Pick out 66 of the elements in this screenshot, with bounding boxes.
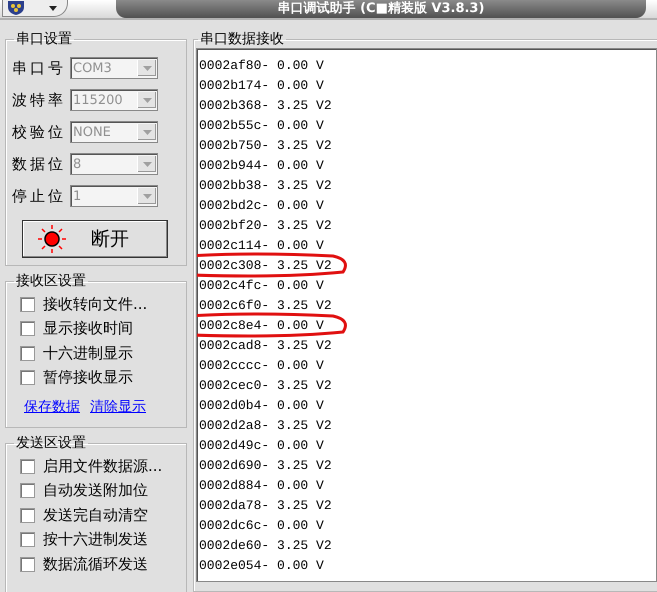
data-line: 0002da78- 3.25 V2 bbox=[198, 498, 332, 512]
data-line: 0002cec0- 3.25 V2 bbox=[198, 378, 332, 392]
app-menu-button[interactable] bbox=[2, 0, 68, 17]
data-line: 0002e054- 0.00 V bbox=[198, 558, 324, 572]
data-line: 0002b368- 3.25 V2 bbox=[198, 98, 332, 112]
data-line: 0002c4fc- 0.00 V bbox=[198, 278, 324, 292]
caret-icon bbox=[142, 162, 152, 166]
link[interactable]: 保存数据 bbox=[24, 398, 80, 416]
checkbox[interactable] bbox=[20, 296, 35, 312]
group-title: 发送区设置 bbox=[15, 434, 87, 452]
caret-icon bbox=[142, 130, 152, 134]
window-title: 串口调试助手 (C■精装版 V3.8.3) bbox=[278, 0, 484, 18]
data-line: 0002bb38- 3.25 V2 bbox=[198, 178, 332, 192]
data-line: 0002cccc- 0.00 V bbox=[198, 358, 324, 372]
link[interactable]: 清除显示 bbox=[90, 398, 146, 416]
data-line: 0002bd2c- 0.00 V bbox=[198, 198, 324, 212]
checkbox-option[interactable]: 发送完自动清空 bbox=[12, 503, 180, 528]
shield-icon bbox=[7, 1, 25, 15]
data-line: 0002b55c- 0.00 V bbox=[198, 118, 324, 132]
checkbox-option[interactable]: 启用文件数据源... bbox=[12, 454, 180, 478]
checkbox-option[interactable]: 按十六进制发送 bbox=[12, 528, 180, 552]
checkbox[interactable] bbox=[20, 346, 35, 361]
checkbox[interactable] bbox=[20, 458, 35, 474]
checkbox[interactable] bbox=[20, 532, 35, 548]
checkbox[interactable] bbox=[20, 508, 35, 523]
checkbox-option[interactable]: 数据流循环发送 bbox=[12, 552, 180, 576]
data-line: 0002d0b4- 0.00 V bbox=[198, 398, 324, 412]
data-line: 0002d2a8- 3.25 V2 bbox=[198, 418, 332, 432]
disconnect-button[interactable]: 断开 bbox=[22, 220, 168, 258]
field-label: 波特率 bbox=[12, 90, 67, 110]
checkbox[interactable] bbox=[20, 370, 35, 386]
group-title: 接收区设置 bbox=[15, 272, 87, 290]
caret-icon bbox=[142, 194, 152, 198]
field-label: 停止位 bbox=[12, 186, 67, 206]
data-line: 0002c114- 0.00 V bbox=[198, 238, 324, 252]
group-title: 串口数据接收 bbox=[199, 30, 285, 48]
indicator-light-icon bbox=[37, 224, 67, 254]
data-line: 0002c8e4- 0.00 V bbox=[198, 318, 324, 332]
group-title: 串口设置 bbox=[15, 30, 73, 48]
data-line: 0002b174- 0.00 V bbox=[198, 78, 324, 92]
field-label: 串口号 bbox=[12, 58, 67, 78]
data-line: 0002b750- 3.25 V2 bbox=[198, 138, 332, 152]
checkbox[interactable] bbox=[20, 321, 35, 336]
data-line: 0002d884- 0.00 V bbox=[198, 478, 324, 492]
data-line: 0002c6f0- 3.25 V2 bbox=[198, 298, 332, 312]
data-line: 0002dc6c- 0.00 V bbox=[198, 518, 324, 532]
checkbox[interactable] bbox=[20, 483, 35, 498]
data-line: 0002c308- 3.25 V2 bbox=[198, 258, 332, 272]
data-line: 0002de60- 3.25 V2 bbox=[198, 538, 332, 552]
caret-icon bbox=[142, 98, 152, 102]
checkbox[interactable] bbox=[20, 556, 35, 572]
checkbox-option[interactable]: 自动发送附加位 bbox=[12, 478, 180, 503]
caret-icon bbox=[49, 6, 57, 10]
field-label: 数据位 bbox=[12, 154, 67, 174]
data-line: 0002b944- 0.00 V bbox=[198, 158, 324, 172]
checkbox-option[interactable]: 暂停接收显示 bbox=[12, 366, 180, 390]
field-label: 校验位 bbox=[12, 122, 67, 142]
data-line: 0002cad8- 3.25 V2 bbox=[198, 338, 332, 352]
data-line: 0002d49c- 0.00 V bbox=[198, 438, 324, 452]
data-line: 0002bf20- 3.25 V2 bbox=[198, 218, 332, 232]
data-line: 0002d690- 3.25 V2 bbox=[198, 458, 332, 472]
checkbox-option[interactable]: 十六进制显示 bbox=[12, 341, 180, 366]
caret-icon bbox=[142, 66, 152, 70]
data-line: 0002af80- 0.00 V bbox=[198, 58, 324, 72]
checkbox-option[interactable]: 显示接收时间 bbox=[12, 316, 180, 341]
checkbox-option[interactable]: 接收转向文件... bbox=[12, 292, 180, 316]
